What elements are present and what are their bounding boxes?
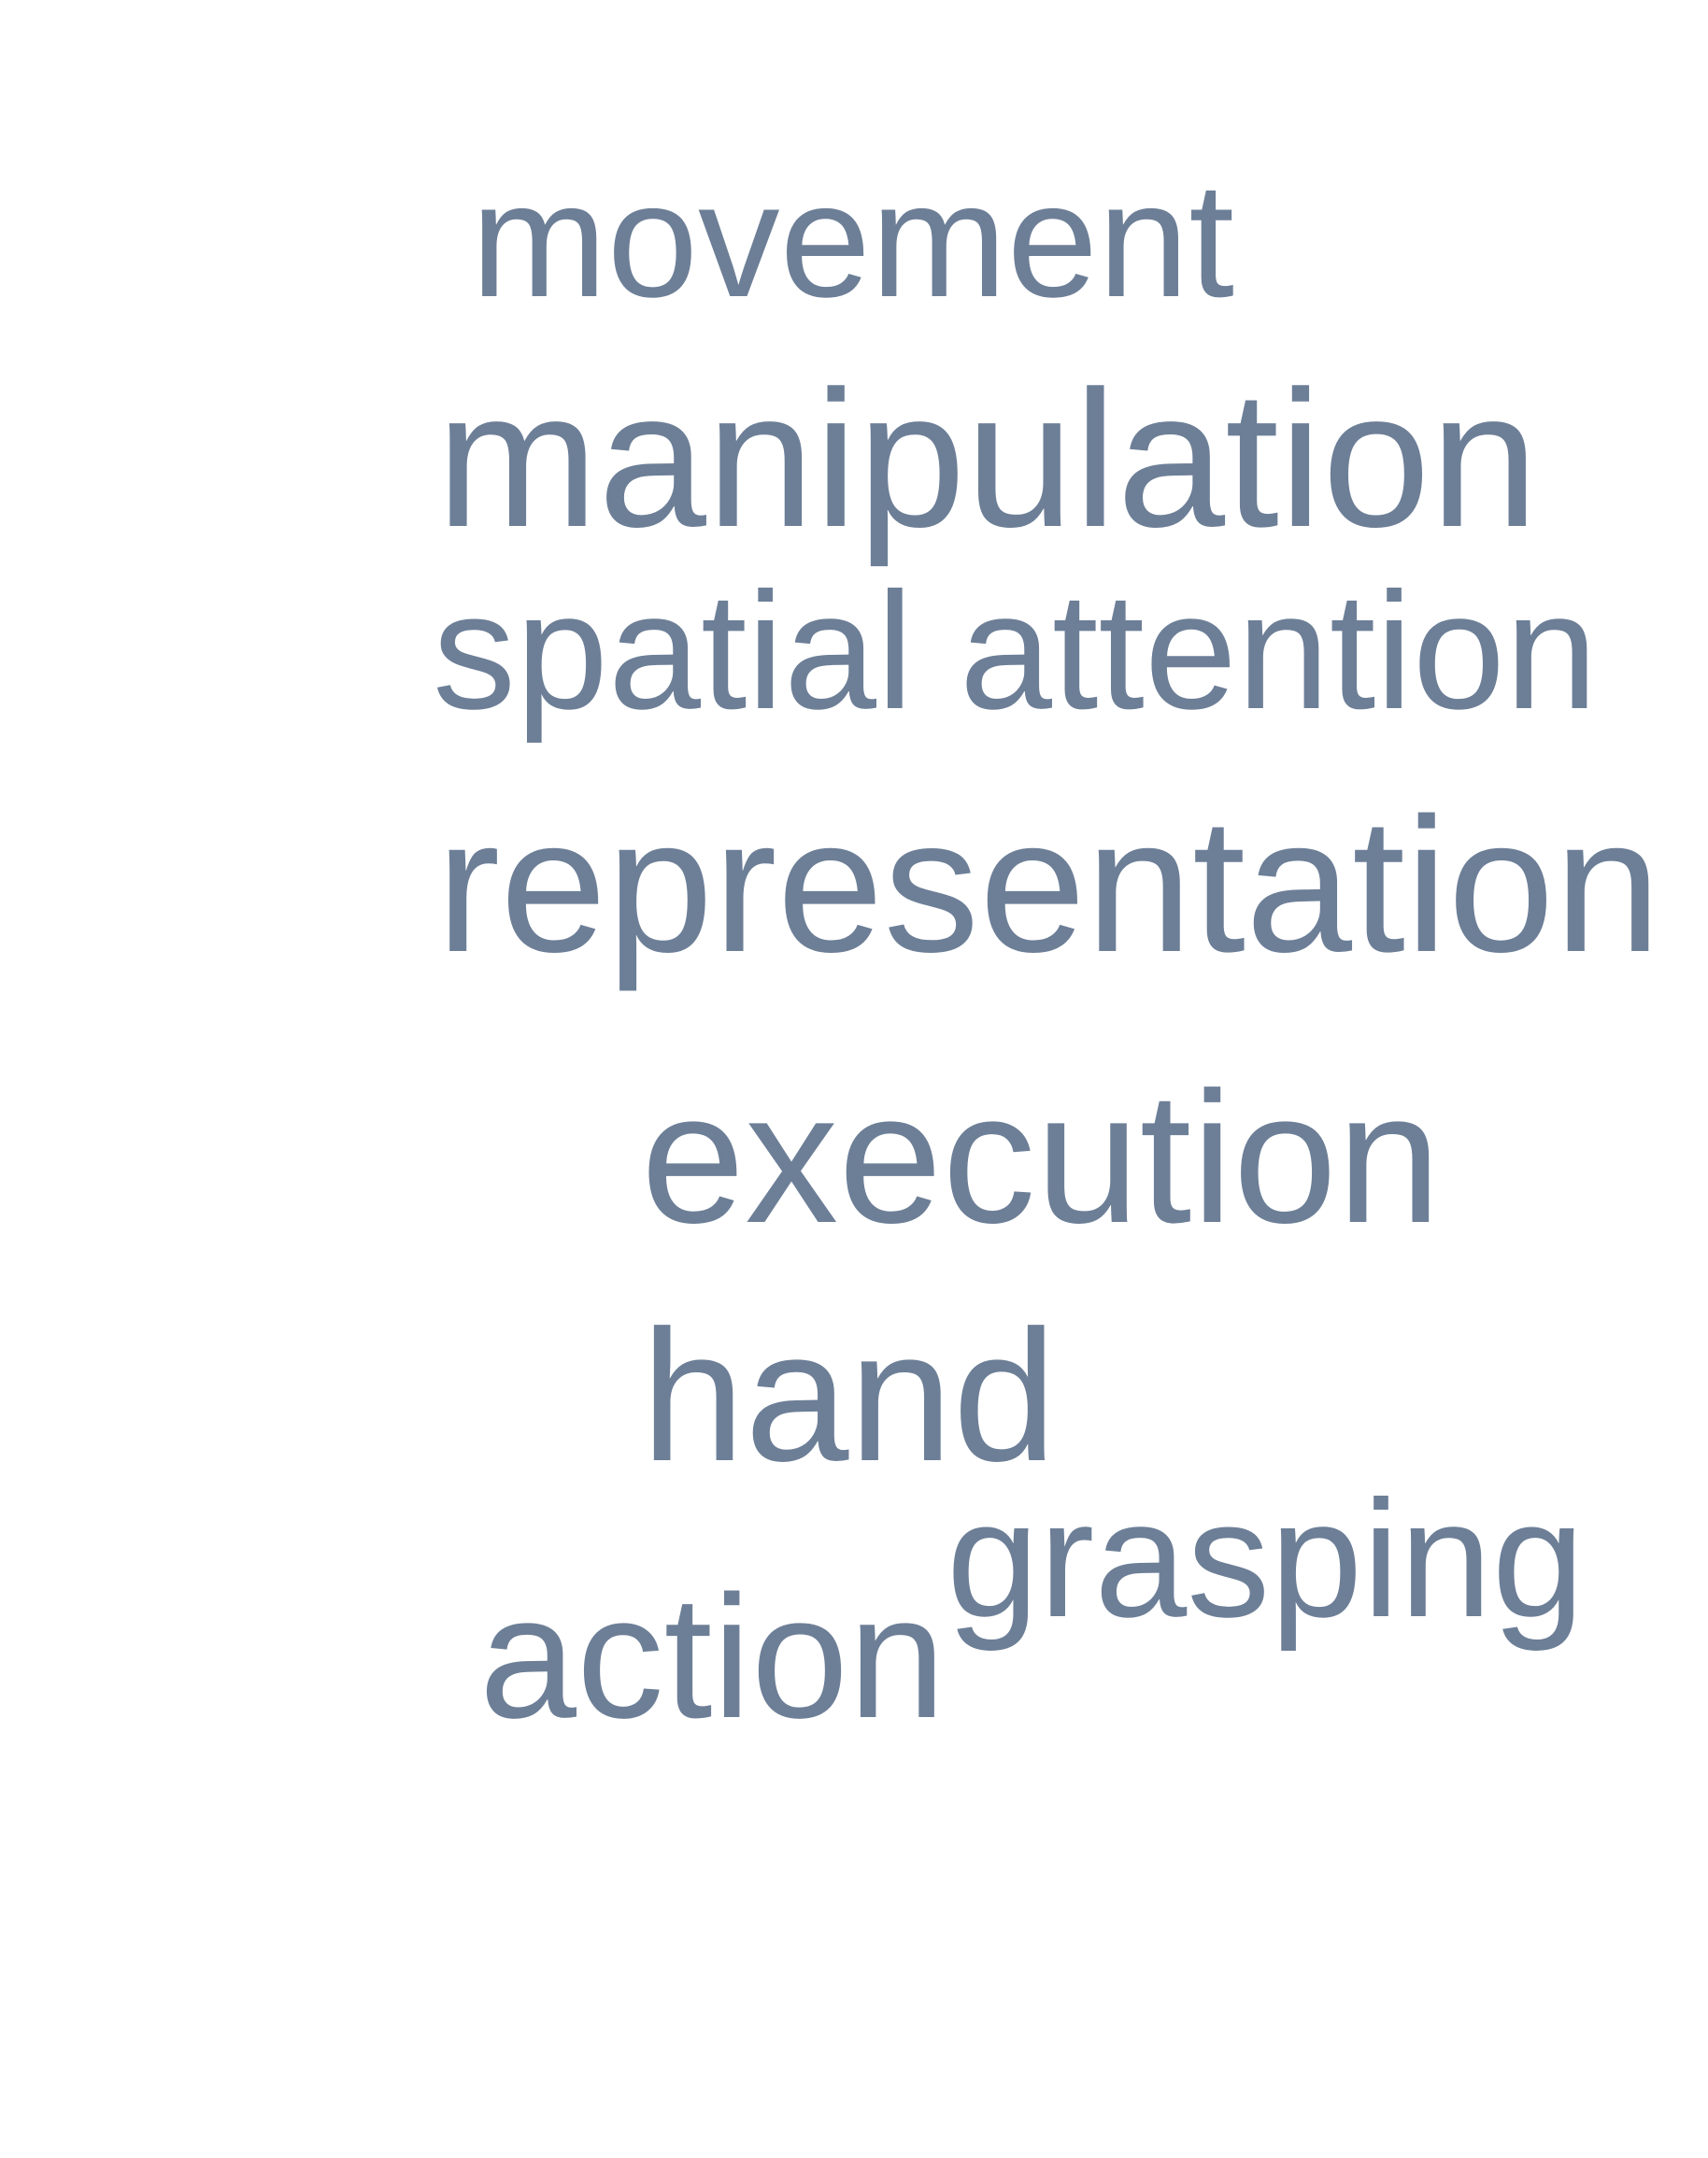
word-action: action	[479, 1559, 947, 1754]
word-cloud: movement manipulation spatial attention …	[0, 0, 1708, 2158]
word-movement: movement	[471, 149, 1234, 332]
word-hand: hand	[641, 1292, 1057, 1500]
word-manipulation: manipulation	[436, 351, 1539, 568]
word-representation: representation	[436, 778, 1661, 992]
word-spatial-attention: spatial attention	[433, 558, 1598, 744]
word-execution: execution	[641, 1054, 1442, 1262]
word-grasping: grasping	[947, 1466, 1585, 1652]
